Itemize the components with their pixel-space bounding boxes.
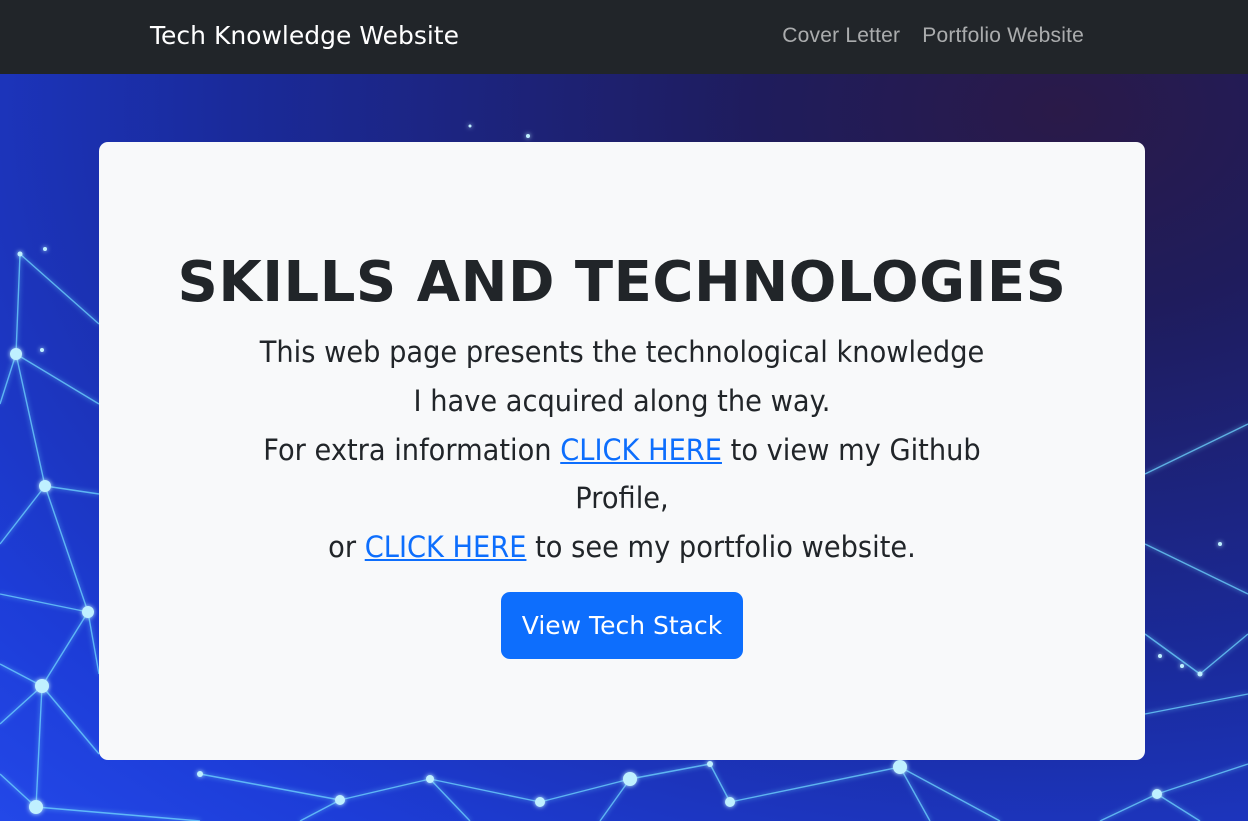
hero-section: SKILLS AND TECHNOLOGIES This web page pr… [0,74,1248,821]
intro-line-3: For extra information CLICK HERE to view… [130,426,1113,475]
github-link[interactable]: CLICK HERE [560,433,722,467]
intro-line-5: or CLICK HERE to see my portfolio websit… [130,523,1113,572]
brand-link[interactable]: Tech Knowledge Website [150,19,459,53]
intro-line-3-suffix: to view my Github [730,432,981,467]
intro-line-5-prefix: or [328,530,357,565]
nav-links: Cover Letter Portfolio Website [782,20,1084,52]
intro-card: SKILLS AND TECHNOLOGIES This web page pr… [99,142,1145,760]
navbar: Tech Knowledge Website Cover Letter Port… [0,0,1248,74]
portfolio-link[interactable]: CLICK HERE [365,530,527,564]
intro-line-2: I have acquired along the way. [413,383,831,418]
intro-line-1: This web page presents the technological… [259,335,985,369]
nav-link-cover-letter[interactable]: Cover Letter [782,20,900,52]
view-tech-stack-button[interactable]: View Tech Stack [501,592,743,659]
page-title: SKILLS AND TECHNOLOGIES [177,250,1067,315]
intro-line-3-prefix: For extra information [263,432,552,467]
intro-line-5-suffix: to see my portfolio website. [535,530,916,565]
intro-line-4: Profile, [575,481,669,516]
nav-link-portfolio-website[interactable]: Portfolio Website [922,20,1084,52]
intro-text: This web page presents the technological… [130,328,1113,572]
